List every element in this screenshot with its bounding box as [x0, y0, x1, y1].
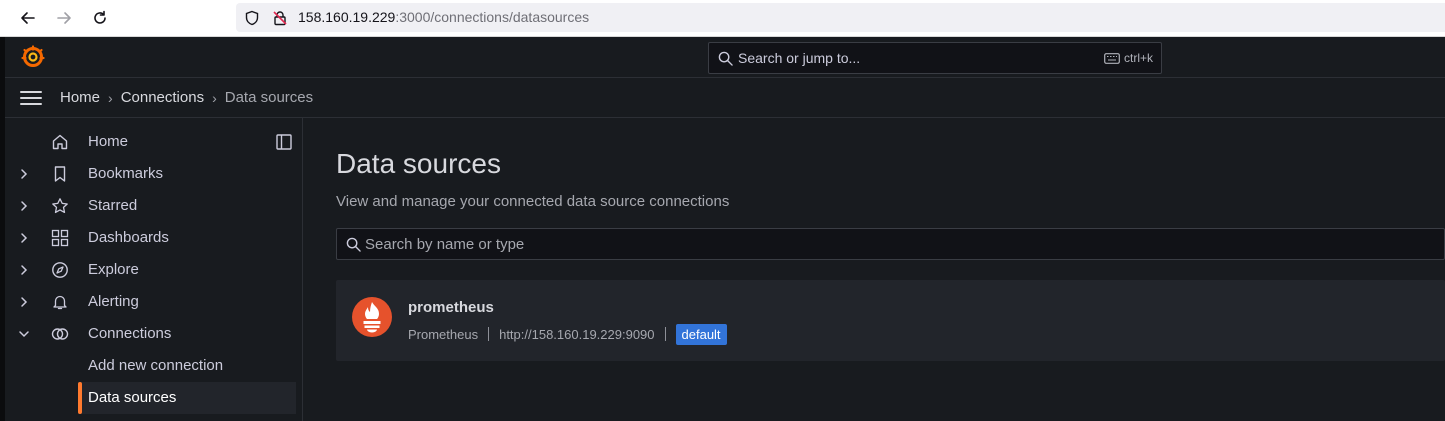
sidebar-item-label: Connections [88, 325, 172, 342]
chevron-right-icon[interactable] [18, 232, 30, 244]
top-bar: Search or jump to... ctrl+k [5, 37, 1445, 78]
menu-icon[interactable] [19, 87, 43, 109]
default-badge: default [675, 323, 727, 345]
reload-icon [94, 10, 106, 24]
arrow-right-icon [57, 12, 71, 24]
datasource-name[interactable]: prometheus [408, 299, 494, 316]
search-icon [718, 51, 733, 66]
meta-divider [488, 327, 490, 341]
chevron-right-icon[interactable] [18, 200, 30, 212]
breadcrumb-bar: Home › Connections › Data sources [5, 78, 1445, 118]
sidebar-item-explore[interactable]: Explore [5, 254, 303, 286]
breadcrumb-connections[interactable]: Connections [121, 89, 204, 106]
forward-button[interactable] [51, 5, 77, 31]
breadcrumb-separator: › [108, 89, 113, 106]
url-path: :3000/connections/datasources [395, 9, 590, 25]
main-content: Data sources View and manage your connec… [304, 118, 1445, 421]
sidebar: Home Bookmarks Starred Dashboards Explor… [5, 118, 303, 421]
bell-icon [53, 295, 67, 310]
dashboards-icon [51, 229, 69, 247]
sidebar-item-label: Home [88, 133, 129, 150]
breadcrumb-separator: › [212, 89, 217, 106]
sidebar-item-label: Starred [88, 197, 138, 214]
breadcrumb: Home › Connections › Data sources [60, 89, 313, 106]
chevron-right-icon[interactable] [18, 264, 30, 276]
datasource-filter[interactable] [336, 228, 1445, 260]
sidebar-item-home[interactable]: Home [5, 126, 303, 158]
datasource-url: http://158.160.19.229:9090 [499, 326, 655, 342]
sidebar-item-connections[interactable]: Connections [5, 318, 303, 350]
datasource-meta: Prometheus http://158.160.19.229:9090 de… [408, 323, 727, 345]
global-search[interactable]: Search or jump to... ctrl+k [708, 42, 1162, 74]
sidebar-subitem-data-sources[interactable]: Data sources [78, 382, 296, 414]
sidebar-item-label: Alerting [88, 293, 139, 310]
url-host: 158.160.19.229 [298, 9, 396, 25]
breadcrumb-home[interactable]: Home [60, 89, 100, 106]
breadcrumb-data-sources: Data sources [224, 89, 314, 106]
sidebar-item-dashboards[interactable]: Dashboards [5, 222, 303, 254]
home-icon [52, 134, 68, 150]
insecure-lock-icon[interactable] [272, 10, 288, 26]
chevron-down-icon[interactable] [18, 328, 30, 340]
back-button[interactable] [15, 5, 41, 31]
sidebar-item-label: Explore [88, 261, 139, 278]
browser-toolbar: 158.160.19.229:3000/connections/datasour… [0, 0, 1445, 37]
datasource-type: Prometheus [408, 326, 479, 342]
search-icon [346, 237, 361, 252]
page-subtitle: View and manage your connected data sour… [336, 193, 730, 210]
keyboard-shortcut: ctrl+k [1104, 51, 1153, 65]
compass-icon [52, 262, 68, 278]
address-bar[interactable]: 158.160.19.229:3000/connections/datasour… [236, 3, 1445, 32]
keyboard-icon [1104, 52, 1120, 64]
bookmark-icon [54, 166, 66, 182]
global-search-placeholder: Search or jump to... [738, 50, 861, 66]
sidebar-subitem-label: Add new connection [88, 357, 224, 374]
sidebar-subitem-label: Data sources [88, 389, 177, 406]
shield-icon[interactable] [244, 10, 260, 26]
sidebar-item-label: Dashboards [88, 229, 169, 246]
sidebar-item-alerting[interactable]: Alerting [5, 286, 303, 318]
sidebar-item-starred[interactable]: Starred [5, 190, 303, 222]
url-text[interactable]: 158.160.19.229:3000/connections/datasour… [298, 9, 589, 25]
grafana-logo-icon[interactable] [21, 45, 45, 69]
arrow-left-icon [21, 12, 35, 24]
prometheus-logo-icon [352, 297, 392, 337]
meta-divider [664, 327, 666, 341]
datasource-card[interactable]: prometheus Prometheus http://158.160.19.… [336, 280, 1445, 361]
page-title: Data sources [336, 148, 501, 179]
chevron-right-icon[interactable] [18, 168, 30, 180]
star-icon [52, 198, 68, 214]
sidebar-item-label: Bookmarks [88, 165, 164, 182]
shortcut-label: ctrl+k [1123, 51, 1153, 65]
datasource-search-input[interactable] [365, 229, 1425, 259]
reload-button[interactable] [87, 5, 113, 31]
chevron-right-icon[interactable] [18, 296, 30, 308]
connections-icon [51, 328, 69, 340]
sidebar-item-bookmarks[interactable]: Bookmarks [5, 158, 303, 190]
sidebar-subitem-add-new-connection[interactable]: Add new connection [78, 350, 296, 382]
